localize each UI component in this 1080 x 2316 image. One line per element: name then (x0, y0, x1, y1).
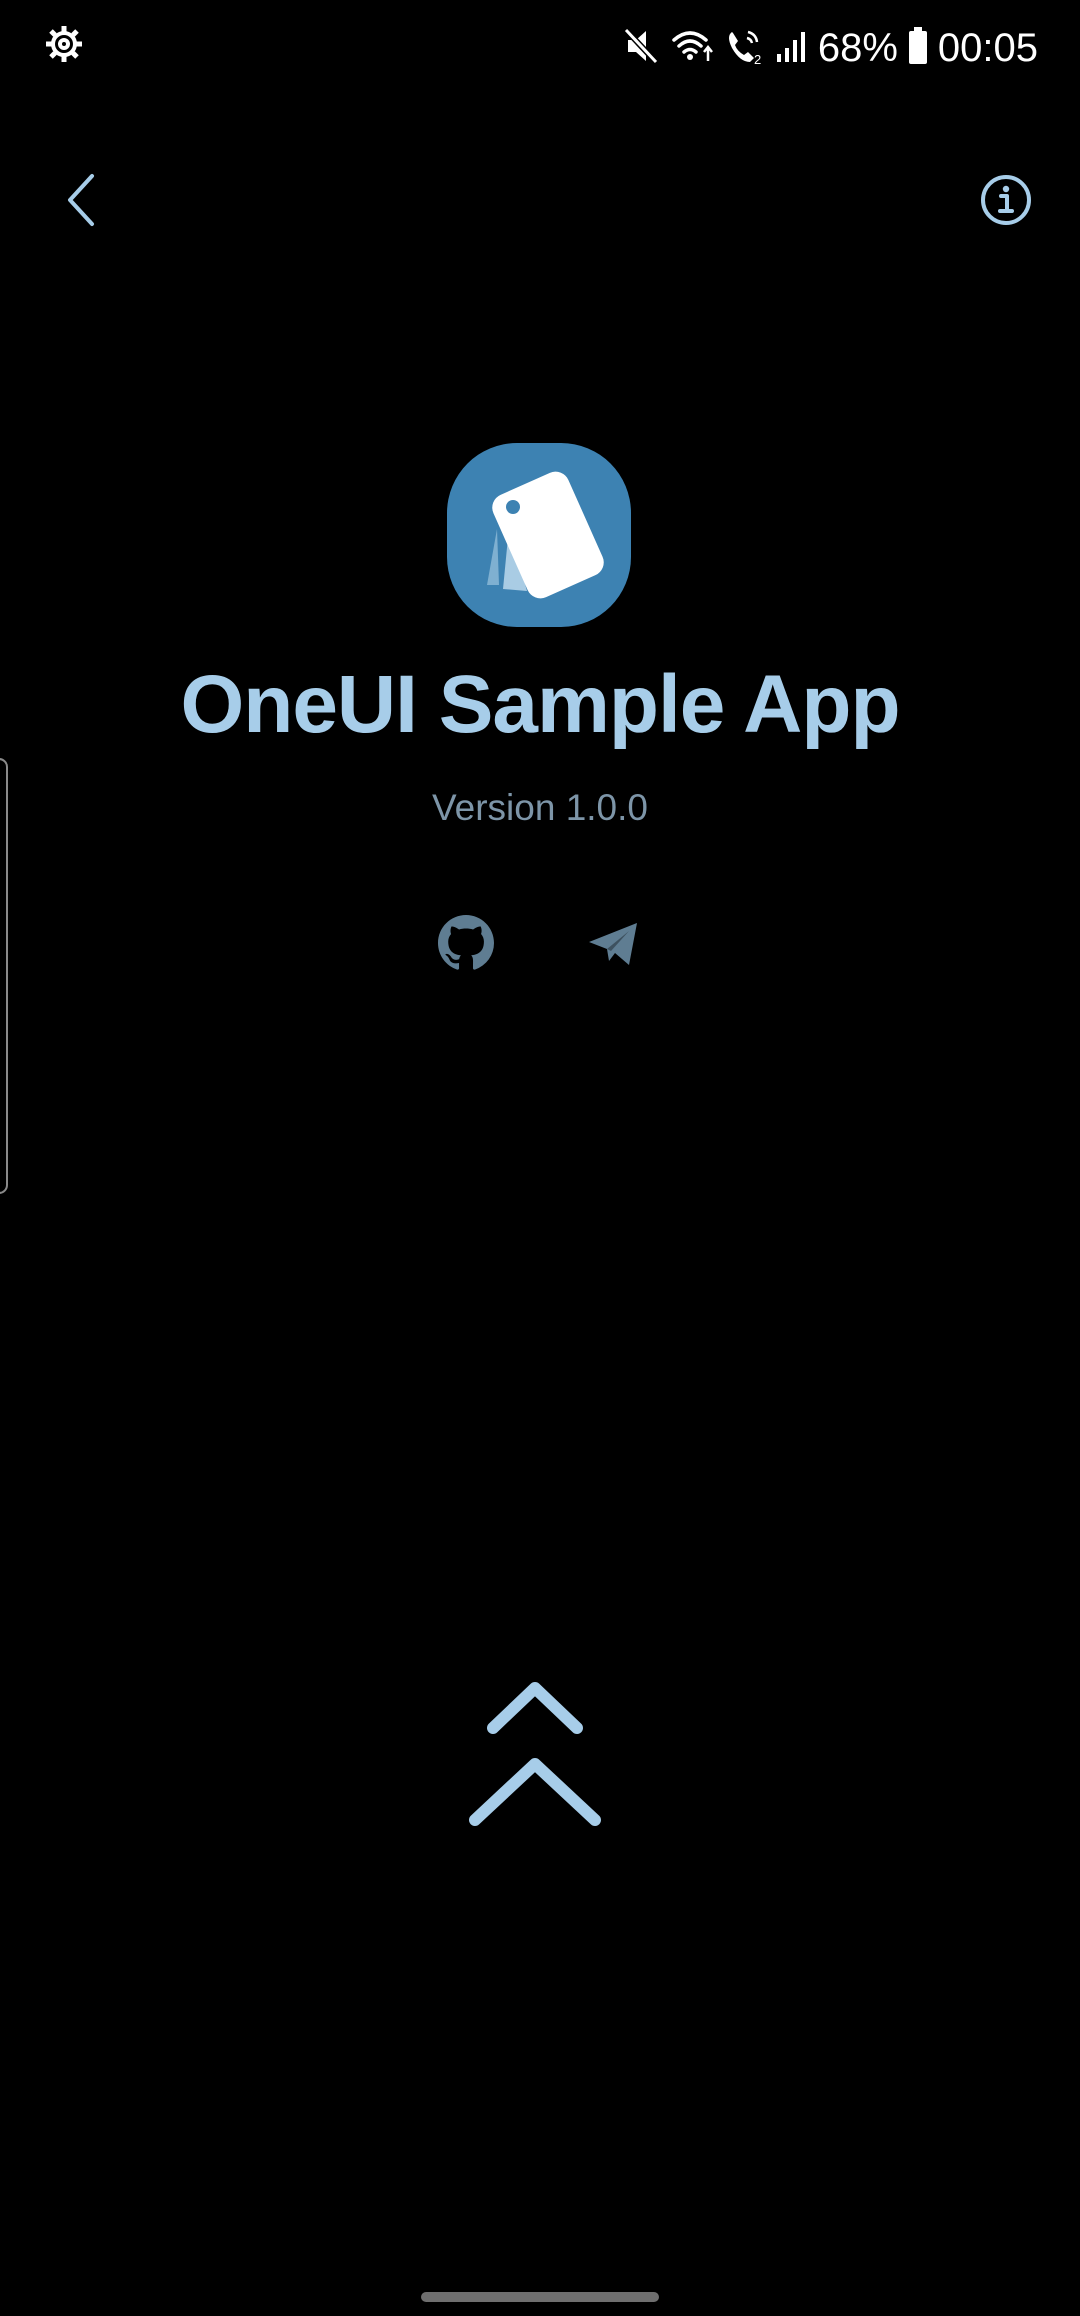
settings-gear-icon (44, 24, 84, 64)
github-button[interactable] (431, 908, 501, 978)
wifi-icon (670, 26, 714, 71)
battery-icon (908, 26, 928, 70)
battery-percent: 68% (817, 25, 898, 70)
telegram-button[interactable] (578, 908, 648, 978)
back-button[interactable] (42, 160, 122, 240)
wifi-calling-icon: 2 (724, 26, 764, 71)
info-icon (981, 175, 1031, 225)
app-version: Version 1.0.0 (432, 787, 648, 828)
info-button[interactable] (966, 160, 1046, 240)
github-icon (438, 915, 494, 970)
gesture-navigation-bar[interactable] (421, 2292, 659, 2302)
status-icons: 2 68% 00:05 (622, 16, 1038, 80)
signal-icon (774, 26, 808, 71)
telegram-icon (589, 923, 637, 965)
mute-icon (622, 26, 660, 71)
app-logo-icon (447, 443, 631, 627)
clock: 00:05 (937, 25, 1038, 70)
status-bar: 2 68% 00:05 (0, 0, 1080, 96)
chevron-left-icon (68, 174, 94, 226)
double-chevron-up-icon[interactable] (465, 1672, 605, 1832)
svg-text:2: 2 (754, 52, 761, 66)
app-title: OneUI Sample App (180, 659, 900, 750)
